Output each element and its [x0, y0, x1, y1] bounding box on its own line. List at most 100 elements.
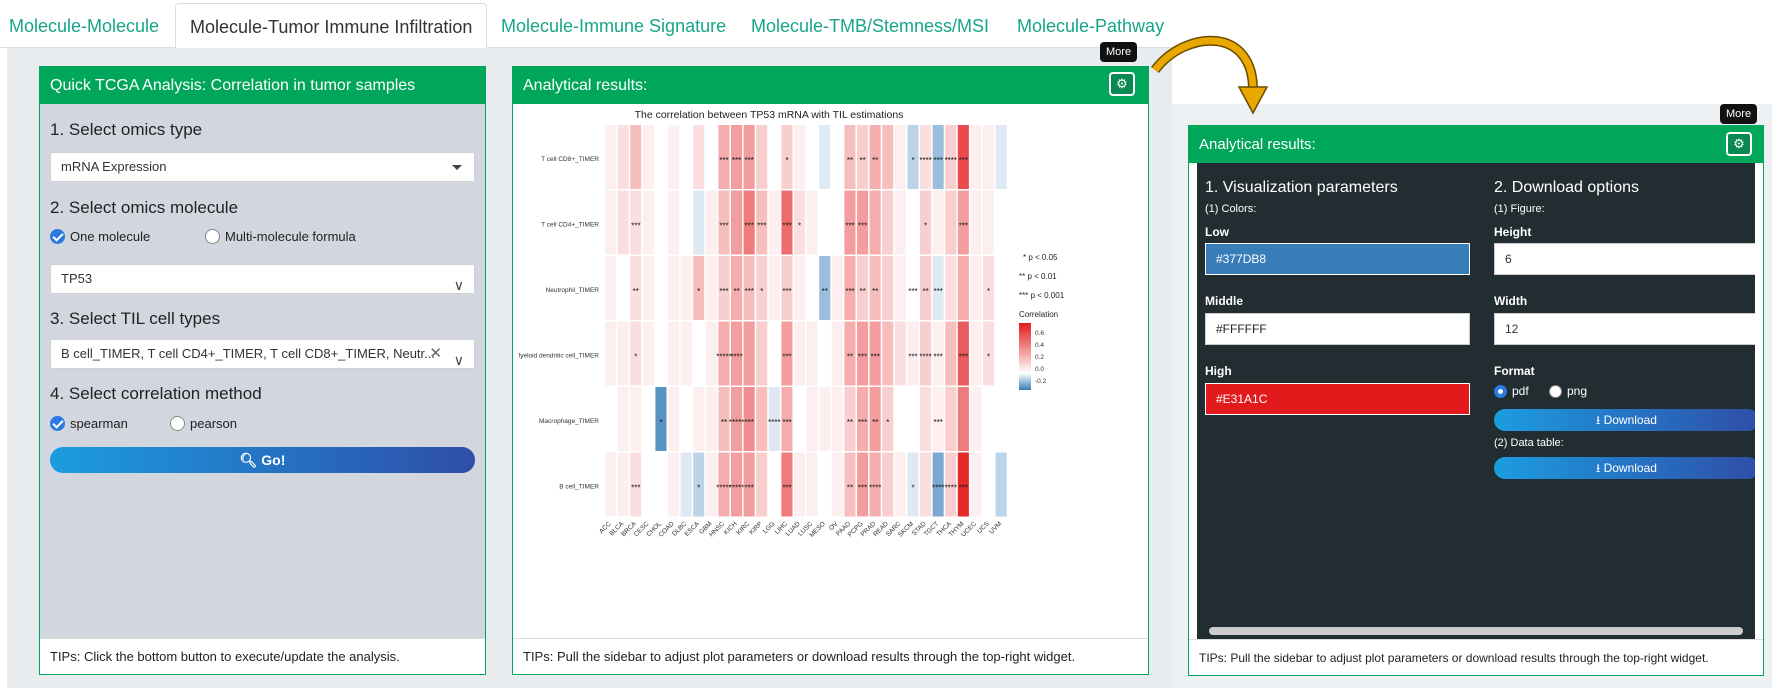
row-label: T cell CD4+_TIMER	[541, 221, 599, 228]
significance-star: ***	[782, 287, 791, 296]
significance-star: *	[987, 287, 990, 296]
heatmap-cell	[945, 190, 957, 255]
molecule-select[interactable]: TP53 ∨	[50, 264, 475, 294]
tab-molecule-tumor-immune-infiltration[interactable]: Molecule-Tumor Immune Infiltration	[175, 3, 488, 49]
significance-star: **	[922, 287, 928, 296]
heatmap-cell	[970, 125, 982, 189]
clear-icon[interactable]: ✕	[429, 340, 442, 368]
significance-star: ***	[719, 287, 728, 296]
significance-star: **	[847, 352, 853, 361]
search-icon: 🔍︎	[239, 452, 258, 468]
significance-star: ***	[959, 352, 968, 361]
sidebar-tips: TIPs: Click the bottom button to execute…	[40, 638, 485, 674]
significance-star: ***	[757, 221, 766, 230]
png-label: png	[1567, 384, 1588, 398]
heatmap-cell	[693, 125, 705, 189]
significance-legend-item: * p < 0.05	[1023, 253, 1058, 262]
go-button[interactable]: 🔍︎ Go!	[50, 447, 475, 473]
significance-star: ****	[945, 483, 957, 492]
heatmap-cell	[605, 256, 617, 320]
significance-star: ***	[782, 418, 791, 427]
heatmap-cell	[907, 190, 919, 255]
heatmap-cell	[642, 387, 654, 451]
heatmap-cell	[756, 321, 768, 386]
omics-type-select[interactable]: mRNA Expression	[50, 152, 475, 182]
high-color-input[interactable]: #E31A1C	[1205, 383, 1470, 415]
heatmap-cell	[655, 452, 667, 517]
significance-star: **	[859, 287, 865, 296]
heatmap-cell	[731, 190, 743, 255]
significance-star: **	[859, 156, 865, 165]
radio-multi-molecule[interactable]: Multi-molecule formula	[205, 227, 356, 247]
heatmap-cell	[882, 452, 894, 517]
heatmap-cell	[630, 125, 642, 189]
heatmap-cell	[995, 452, 1007, 517]
significance-star: *	[760, 287, 763, 296]
radio-pearson[interactable]: pearson	[170, 414, 237, 434]
heatmap-cell	[605, 452, 617, 517]
significance-star: ***	[745, 221, 754, 230]
heatmap-cell	[907, 387, 919, 451]
significance-star: **	[872, 418, 878, 427]
heatmap-cell	[668, 321, 680, 386]
middle-color-input[interactable]: #FFFFFF	[1205, 313, 1470, 345]
heatmap-cell	[945, 321, 957, 386]
heatmap-cell	[617, 452, 629, 517]
width-input[interactable]: 12	[1494, 313, 1755, 345]
radio-unchecked-icon	[1549, 385, 1562, 398]
significance-star: *	[924, 221, 927, 230]
settings-box: Analytical results: ⚙ More 1. Visualizat…	[1188, 104, 1764, 676]
heatmap-cell	[894, 321, 906, 386]
format-png-radio[interactable]: png	[1549, 384, 1587, 398]
heatmap-cell	[680, 256, 692, 320]
settings-tips: TIPs: Pull the sidebar to adjust plot pa…	[1189, 639, 1763, 675]
heatmap-cell	[995, 321, 1007, 386]
pdf-label: pdf	[1512, 384, 1529, 398]
step4-label: 4. Select correlation method	[50, 384, 262, 403]
height-input[interactable]: 6	[1494, 243, 1755, 275]
radio-spearman[interactable]: spearman	[50, 414, 128, 434]
heatmap-cell	[819, 190, 831, 255]
heatmap-cell	[806, 256, 818, 320]
heatmap-cell	[668, 387, 680, 451]
heatmap-cell	[617, 321, 629, 386]
heatmap-cell	[705, 256, 717, 320]
column-label: KIRC	[735, 520, 751, 536]
settings-title: Analytical results:	[1189, 126, 1763, 163]
settings-gear-button[interactable]: ⚙	[1726, 132, 1752, 156]
heatmap-plot: The correlation between TP53 mRNA with T…	[515, 104, 1141, 608]
heatmap-cell	[970, 190, 982, 255]
tab-molecule-molecule[interactable]: Molecule-Molecule	[0, 3, 173, 49]
heatmap-cell	[945, 256, 957, 320]
til-types-select[interactable]: B cell_TIMER, T cell CD4+_TIMER, T cell …	[50, 339, 475, 369]
heatmap-cell	[680, 190, 692, 255]
step1-label: 1. Select omics type	[50, 120, 203, 139]
format-pdf-radio[interactable]: pdf	[1494, 384, 1529, 398]
low-color-input[interactable]: #377DB8	[1205, 243, 1470, 275]
significance-star: ***	[782, 352, 791, 361]
significance-star: ***	[631, 483, 640, 492]
heatmap-cell	[642, 190, 654, 255]
radio-multi-label: Multi-molecule formula	[225, 229, 356, 244]
significance-star: ***	[719, 221, 728, 230]
column-label: UVM	[988, 520, 1003, 535]
significance-star: **	[822, 287, 828, 296]
heatmap-cell	[970, 387, 982, 451]
tab-molecule-tmb-stemness-msi[interactable]: Molecule-TMB/Stemness/MSI	[737, 3, 1003, 49]
significance-star: ***	[934, 156, 943, 165]
significance-star: **	[872, 156, 878, 165]
omics-type-value: mRNA Expression	[61, 159, 167, 174]
download-table-button[interactable]: ⭳ Download	[1494, 457, 1755, 479]
row-label: Macrophage_TIMER	[539, 418, 599, 425]
heatmap-cell	[768, 190, 780, 255]
more-tooltip: More	[1720, 104, 1758, 124]
download-figure-button[interactable]: ⭳ Download	[1494, 409, 1755, 431]
horizontal-scrollbar[interactable]	[1209, 627, 1743, 635]
row-label: Myeloid dendritic cell_TIMER	[519, 352, 599, 359]
heatmap-cell	[655, 321, 667, 386]
significance-star: **	[733, 287, 739, 296]
tab-molecule-immune-signature[interactable]: Molecule-Immune Signature	[487, 3, 740, 49]
settings-gear-button[interactable]: ⚙	[1109, 72, 1135, 96]
radio-one-molecule[interactable]: One molecule	[50, 227, 150, 247]
significance-star: ***	[745, 156, 754, 165]
